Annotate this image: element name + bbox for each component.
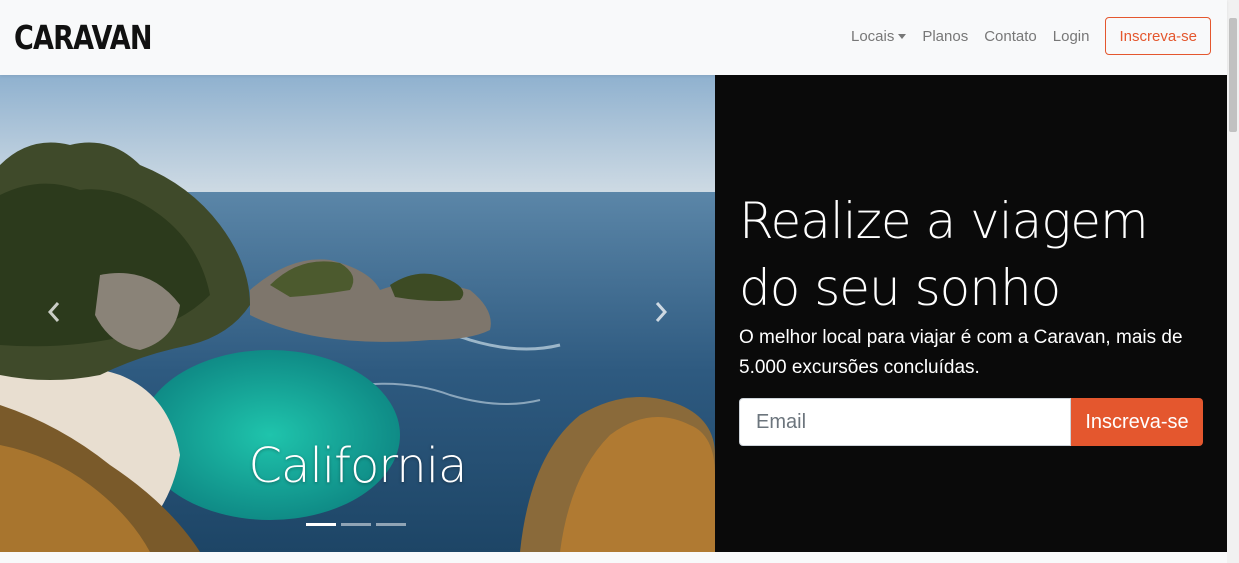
navbar: CARAVAN Locais Planos Contato Login Insc… — [0, 0, 1227, 75]
nav-links: Locais Planos Contato Login Inscreva-se — [835, 17, 1211, 55]
page-bottom-strip — [0, 552, 1227, 563]
nav-item-planos[interactable]: Planos — [922, 28, 968, 45]
scrollbar-thumb[interactable] — [1229, 18, 1237, 132]
headline-line-1: Realize a viagem — [739, 192, 1149, 250]
caret-down-icon — [898, 34, 907, 39]
carousel-caption: California — [248, 438, 468, 494]
hero-panel: Realize a viagem do seu sonho O melhor l… — [715, 75, 1227, 552]
nav-item-label: Locais — [850, 27, 895, 45]
headline-line-2: do seu sonho — [739, 259, 1061, 317]
carousel-prev-button[interactable] — [44, 300, 64, 324]
hero-headline: Realize a viagem do seu sonho — [739, 188, 1209, 322]
nav-item-locais-dropdown[interactable]: Locais — [850, 27, 907, 45]
carousel-indicator[interactable] — [306, 523, 336, 526]
carousel-next-button[interactable] — [651, 300, 671, 324]
signup-form: Inscreva-se — [739, 398, 1203, 446]
signup-submit-button[interactable]: Inscreva-se — [1071, 398, 1203, 446]
nav-item-login[interactable]: Login — [1053, 28, 1090, 45]
carousel-indicators — [306, 523, 411, 526]
page-scrollbar[interactable] — [1227, 0, 1239, 563]
nav-item-contato[interactable]: Contato — [984, 28, 1037, 45]
carousel-indicator[interactable] — [341, 523, 371, 526]
hero-subtext: O melhor local para viajar é com a Carav… — [739, 327, 1183, 378]
carousel: California — [0, 75, 715, 552]
carousel-indicator[interactable] — [376, 523, 406, 526]
email-input[interactable] — [739, 398, 1071, 446]
chevron-left-icon — [47, 302, 60, 322]
brand-logo[interactable]: CARAVAN — [14, 18, 153, 57]
chevron-right-icon — [655, 302, 668, 322]
nav-signup-button[interactable]: Inscreva-se — [1105, 17, 1211, 55]
